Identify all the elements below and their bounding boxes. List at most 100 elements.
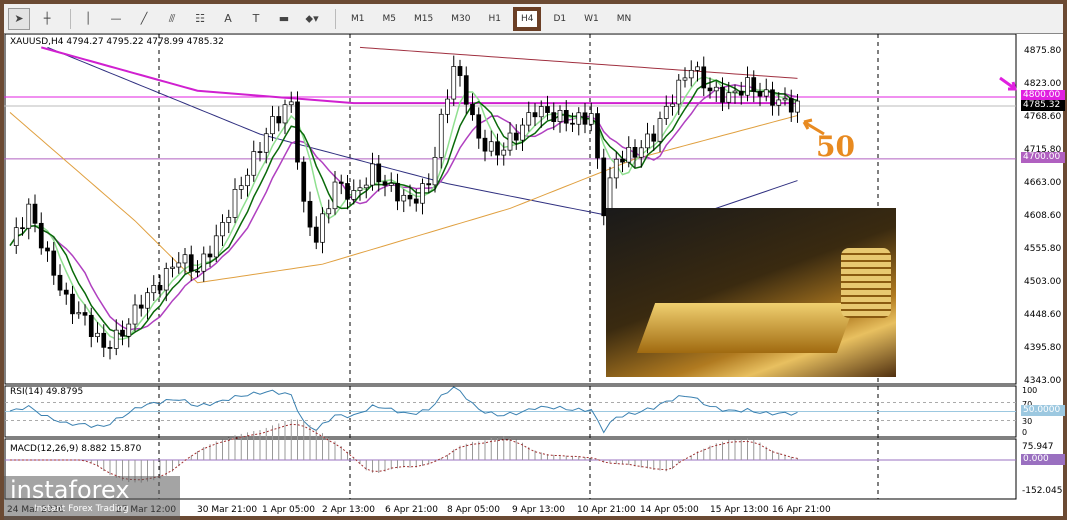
candle-body [788,98,794,113]
timeframe-m30[interactable]: M30 [449,11,472,27]
timeframe-w1[interactable]: W1 [582,11,601,27]
time-axis-label: 1 Apr 05:00 [262,505,315,515]
candle-body [251,151,257,176]
candle-body [445,98,450,115]
candle-body [795,100,800,113]
price-axis-label: 4663.00 [1024,178,1061,188]
macd-max: 75.947 [1022,442,1054,452]
rsi-tag: 50.0000 [1021,405,1065,416]
grid-tool-icon[interactable]: ☷ [189,8,211,30]
time-axis-label: 14 Apr 05:00 [640,505,699,515]
t-tool-icon[interactable]: T [245,8,267,30]
price-axis-label: 4608.60 [1024,211,1061,221]
candle-body [126,323,132,337]
symbol-header: XAUUSD,H4 4794.27 4795.22 4778.99 4785.3… [10,37,224,47]
candle-body [101,332,107,348]
candle-body [476,114,482,139]
rectangle-tool-icon[interactable]: ▬ [273,8,295,30]
annotation-50: 50 [816,130,855,163]
candle-body [757,91,763,97]
candle-body [563,110,569,124]
horizontal-line-tool-icon[interactable]: — [105,8,127,30]
instaforex-logo: instaforex Instant Forex Trading [4,476,180,520]
candle-body [420,183,425,204]
candle-body [663,106,669,119]
candle-body [726,92,732,103]
candle-body [388,182,394,186]
candle-body [338,181,344,184]
candle-body [613,158,619,179]
candle-body [163,268,169,291]
time-axis-label: 6 Apr 21:00 [385,505,438,515]
ma-red-line [359,46,798,79]
candle-body [26,203,32,229]
timeframe-h1[interactable]: H1 [486,11,503,27]
trendline-tool-icon[interactable]: ╱ [133,8,155,30]
time-axis-label: 2 Apr 13:00 [322,505,375,515]
rsi-label: RSI(14) 49.8795 [10,387,84,397]
cursor-tool-icon[interactable]: ➤ [8,7,30,30]
candle-body [676,79,682,105]
candle-body [682,77,688,81]
candle-body [70,293,75,315]
candle-body [626,146,632,163]
timeframe-d1[interactable]: D1 [551,11,568,27]
candle-body [620,158,625,163]
vertical-line-tool-icon[interactable]: │ [77,8,99,30]
a-tool-icon[interactable]: A [217,8,239,30]
candle-body [745,77,750,96]
candle-body [763,89,769,97]
candle-body [751,77,757,92]
candle-body [738,90,744,96]
timeframe-m1[interactable]: M1 [349,11,367,27]
gold-bars-image [606,208,896,377]
candle-body [551,112,557,122]
candle-body [213,235,219,258]
timeframe-m15[interactable]: M15 [412,11,435,27]
candle-body [195,270,200,273]
candle-body [438,113,444,158]
candle-body [732,90,738,94]
candle-body [307,200,313,228]
price-chart[interactable]: 4875.804823.004768.604715.804663.004608.… [4,34,1063,516]
candle-body [357,187,363,191]
candle-body [670,103,675,107]
candle-body [645,133,650,149]
candle-body [463,75,469,105]
candle-body [320,213,325,243]
candle-body [588,113,594,125]
candle-body [76,312,82,315]
timeframe-m5[interactable]: M5 [381,11,399,27]
candle-body [88,314,94,337]
candle-body [270,116,275,135]
candle-body [351,190,357,200]
candle-body [138,304,144,309]
price-axis-label: 4448.60 [1024,310,1061,320]
timeframe-mn[interactable]: MN [615,11,634,27]
timeframe-h4[interactable]: H4 [513,6,542,31]
candle-body [407,194,413,200]
arrows-tool-icon[interactable]: ⬥▾ [301,8,323,30]
candle-body [263,133,269,153]
candle-body [413,198,419,204]
time-axis-label: 15 Apr 13:00 [710,505,769,515]
candle-body [107,347,113,349]
chart-area[interactable]: 4875.80 4823.00 4768.60 4715.80 4663.00 4608.… [4,34,1065,516]
candle-body [507,132,513,151]
candle-body [232,189,238,218]
candle-body [332,181,338,210]
candle-body [451,66,457,100]
fibonacci-tool-icon[interactable]: ⫻ [161,8,183,30]
candle-body [701,66,707,89]
candle-body [288,101,294,106]
candle-body [207,253,213,258]
candle-body [132,304,138,325]
candle-body [63,289,69,295]
candle-body [313,226,319,243]
candle-body [770,89,775,106]
candle-body [45,247,50,252]
current-price-tag: 4785.32 [1021,100,1065,111]
crosshair-tool-icon[interactable]: ┼ [36,8,58,30]
candle-body [576,112,582,125]
candle-body [582,112,588,125]
